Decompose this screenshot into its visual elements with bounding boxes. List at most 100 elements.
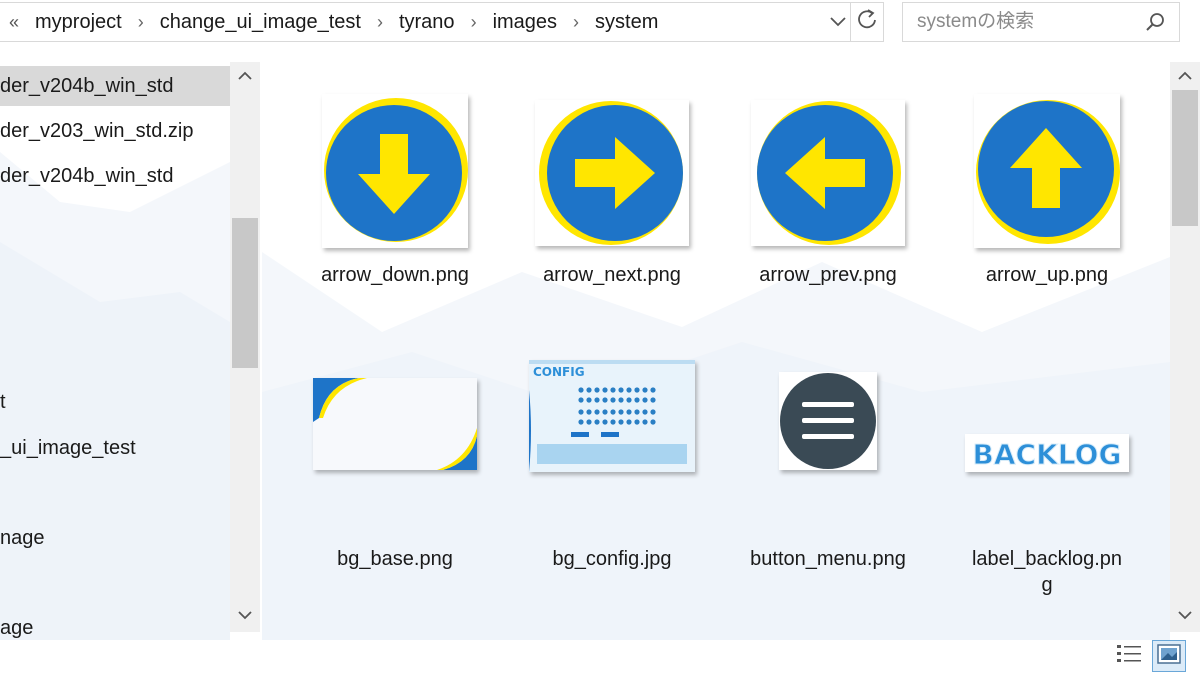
status-bar [0, 640, 1200, 675]
config-setting-dot [586, 419, 592, 425]
config-setting-dot [634, 387, 640, 393]
nav-item-label: age [0, 616, 34, 639]
file-name-line: g [1041, 574, 1053, 596]
search-input[interactable] [903, 10, 1139, 34]
search-box[interactable] [902, 2, 1180, 42]
config-setting-dot [650, 387, 656, 393]
config-setting-dot [618, 387, 624, 393]
file-item[interactable]: arrow_prev.png [728, 90, 928, 330]
nav-item-folder[interactable]: nage [0, 518, 230, 558]
breadcrumb-separator-icon[interactable]: › [563, 12, 589, 33]
nav-item-label: der_v203_win_std.zip [0, 119, 194, 142]
refresh-icon [857, 8, 877, 36]
file-item[interactable]: arrow_down.png [295, 90, 495, 330]
config-setting-dot [650, 397, 656, 403]
config-setting-dot [634, 419, 640, 425]
nav-item-folder[interactable]: _ui_image_test [0, 428, 230, 468]
nav-item-zip[interactable]: der_v203_win_std.zip [0, 111, 230, 151]
scroll-up-icon[interactable] [1170, 62, 1200, 88]
breadcrumb-item-myproject[interactable]: myproject [29, 11, 128, 34]
config-setting-dot [618, 397, 624, 403]
refresh-button[interactable] [850, 2, 884, 42]
hamburger-menu-circle-icon [779, 372, 877, 470]
file-name-line: label_backlog.pn [971, 548, 1123, 570]
config-setting-dot [618, 419, 624, 425]
config-setting-dot [626, 387, 632, 393]
content-scrollbar[interactable] [1170, 62, 1200, 632]
config-setting-dot [594, 387, 600, 393]
details-view-button[interactable] [1112, 640, 1146, 672]
file-item[interactable]: button_menu.png [728, 352, 928, 570]
nav-scrollbar-thumb[interactable] [232, 218, 258, 368]
config-setting-dot [642, 397, 648, 403]
arrow-down-circle-icon [322, 94, 468, 248]
breadcrumb: myproject › change_ui_image_test › tyran… [29, 11, 664, 34]
file-name: arrow_prev.png [759, 264, 897, 286]
config-setting-dot [594, 419, 600, 425]
backlog-text: BACKLOG [973, 438, 1122, 471]
config-setting-dot [610, 409, 616, 415]
file-item[interactable]: bg_base.png [295, 352, 495, 570]
file-view: arrow_down.png arrow_next.png arrow_prev… [262, 62, 1170, 640]
file-name: label_backlog.pn g [947, 546, 1147, 598]
nav-item-folder[interactable]: age [0, 608, 230, 640]
config-setting-dot [618, 409, 624, 415]
config-setting-dot [578, 409, 584, 415]
scroll-up-icon[interactable] [230, 62, 260, 88]
config-setting-dot [626, 419, 632, 425]
scroll-down-icon[interactable] [1170, 602, 1200, 628]
large-icons-view-icon [1157, 643, 1181, 669]
config-setting-dot [586, 409, 592, 415]
address-history-dropdown-icon[interactable] [827, 9, 849, 35]
bg-base-thumbnail [313, 378, 477, 470]
config-setting-dot [586, 397, 592, 403]
config-setting-dot [602, 387, 608, 393]
arrow-right-circle-icon [535, 100, 689, 246]
address-toolbar: « myproject › change_ui_image_test › tyr… [0, 0, 1200, 48]
search-icon[interactable] [1145, 12, 1165, 37]
nav-item-folder[interactable]: t [0, 382, 230, 422]
file-name: arrow_down.png [321, 264, 469, 286]
arrow-up-circle-icon [974, 94, 1120, 248]
large-icons-view-button[interactable] [1152, 640, 1186, 672]
nav-item-label: nage [0, 526, 45, 549]
nav-item-label: der_v204b_win_std [0, 164, 174, 187]
config-setting-dot [626, 397, 632, 403]
breadcrumb-separator-icon[interactable]: › [128, 12, 154, 33]
config-setting-dot [602, 409, 608, 415]
content-scrollbar-thumb[interactable] [1172, 90, 1198, 226]
file-item[interactable]: CONFIG bg_config.jpg [512, 352, 712, 570]
nav-item-folder[interactable]: der_v204b_win_std [0, 156, 230, 196]
nav-item-label: _ui_image_test [0, 436, 136, 459]
config-setting-dot [586, 387, 592, 393]
breadcrumb-separator-icon[interactable]: › [461, 12, 487, 33]
config-screen-thumbnail: CONFIG [529, 360, 695, 472]
breadcrumb-separator-icon[interactable]: › [367, 12, 393, 33]
backlog-label-thumbnail: BACKLOG [965, 434, 1129, 472]
file-item[interactable]: BACKLOG label_backlog.pn g [947, 352, 1147, 596]
breadcrumb-item-change-ui-image-test[interactable]: change_ui_image_test [154, 11, 367, 34]
config-setting-dot [642, 387, 648, 393]
breadcrumb-overflow-button[interactable]: « [0, 12, 29, 33]
breadcrumb-item-system[interactable]: system [589, 11, 664, 34]
file-name: button_menu.png [750, 548, 906, 570]
nav-item-folder[interactable]: der_v204b_win_std [0, 66, 230, 106]
breadcrumb-item-images[interactable]: images [487, 11, 563, 34]
address-bar[interactable]: « myproject › change_ui_image_test › tyr… [0, 2, 878, 42]
file-item[interactable]: arrow_up.png [947, 90, 1147, 330]
config-setting-dot [602, 419, 608, 425]
config-setting-dot [578, 397, 584, 403]
config-setting-dot [578, 419, 584, 425]
breadcrumb-item-tyrano[interactable]: tyrano [393, 11, 461, 34]
file-item[interactable]: arrow_next.png [512, 90, 712, 330]
navigation-pane: der_v204b_win_std der_v203_win_std.zip d… [0, 62, 230, 640]
scroll-down-icon[interactable] [230, 602, 260, 628]
config-setting-dot [626, 409, 632, 415]
nav-scrollbar[interactable] [230, 62, 260, 632]
config-setting-dot [594, 409, 600, 415]
config-setting-dot [610, 397, 616, 403]
file-name: bg_base.png [337, 548, 453, 570]
config-setting-dot [642, 419, 648, 425]
details-view-icon [1116, 643, 1142, 670]
file-name: arrow_up.png [985, 264, 1109, 286]
